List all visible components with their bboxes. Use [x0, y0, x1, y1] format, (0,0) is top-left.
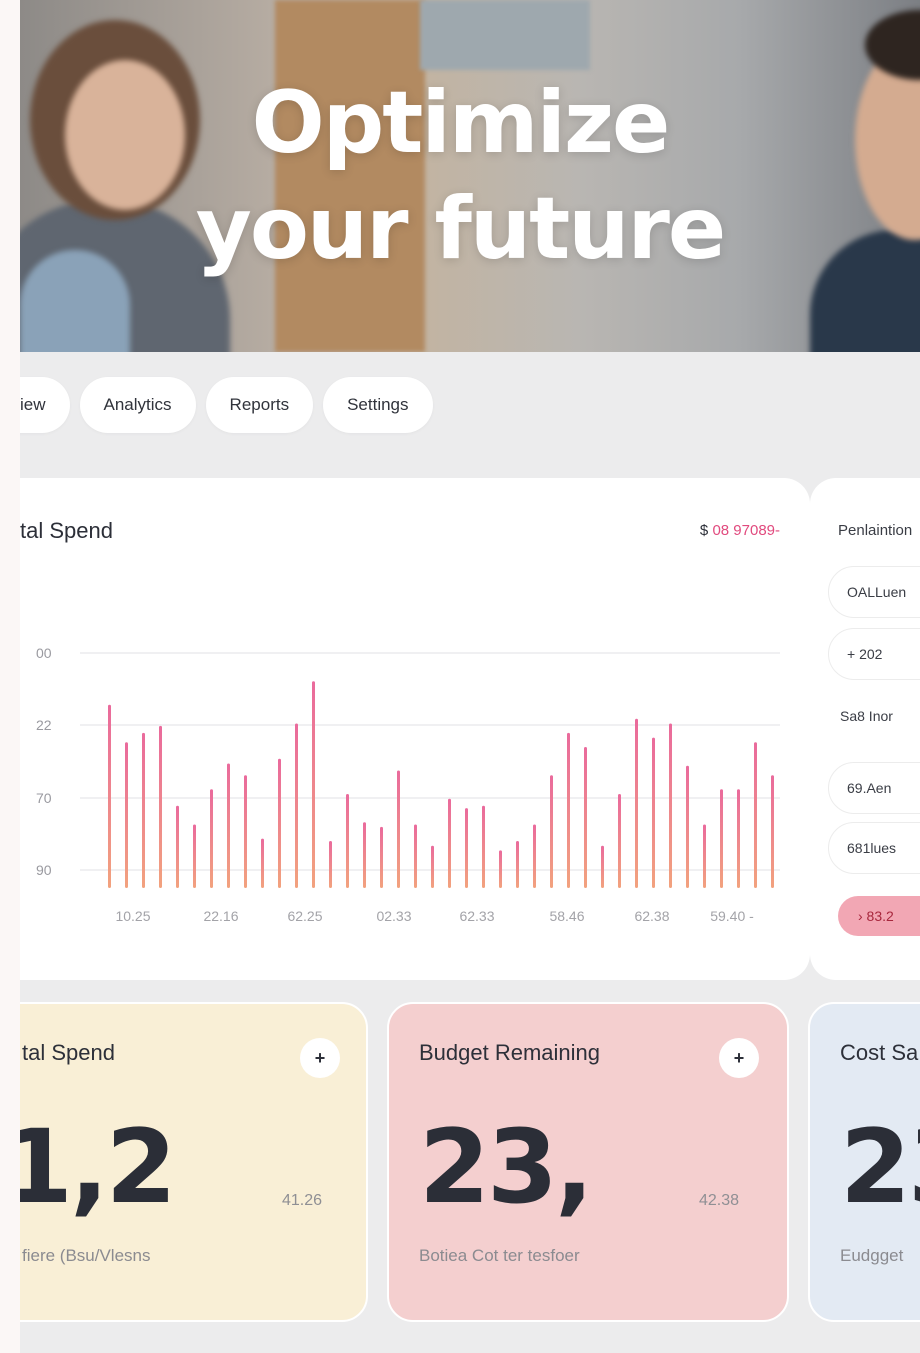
chart-bar	[278, 758, 281, 888]
chart-bar	[635, 718, 638, 888]
side-panel-row[interactable]: 681lues	[828, 822, 920, 874]
app-frame: Optimize your future iew Analytics Repor…	[20, 0, 920, 1353]
side-panel-row[interactable]: + 202	[828, 628, 920, 680]
side-panel-row[interactable]: 69.Aen	[828, 762, 920, 814]
x-tick-label: 02.33	[376, 908, 411, 924]
stat-card-cost-savings: Cost Sa 23 Eudgget	[808, 1002, 920, 1322]
stat-title: tal Spend	[22, 1040, 115, 1065]
chart-bar	[227, 763, 230, 888]
chart-bar	[210, 789, 213, 888]
side-panel-label: Sa8 Inor	[840, 708, 893, 724]
tab-overview[interactable]: iew	[20, 377, 70, 433]
stat-value: 1,2	[20, 1108, 177, 1227]
x-tick-label: 59.40 -	[710, 908, 754, 924]
x-tick-label: 58.46	[549, 908, 584, 924]
chart-bar	[669, 723, 672, 888]
x-tick-label: 22.16	[203, 908, 238, 924]
chart-bar	[584, 747, 587, 888]
chart-bar	[329, 841, 332, 888]
chart-bar	[431, 845, 434, 888]
chart-title: tal Spend	[20, 518, 113, 543]
stat-value: 23	[840, 1108, 920, 1227]
chart-bar	[414, 824, 417, 888]
chart-bar	[244, 775, 247, 888]
plus-icon[interactable]: +	[300, 1038, 340, 1078]
chart-value-amount: 08 97089-	[712, 522, 780, 539]
chart-bar	[771, 775, 774, 888]
plus-icon[interactable]: +	[719, 1038, 759, 1078]
chart-bar	[601, 845, 604, 888]
chart-bar	[193, 824, 196, 888]
chart-bar	[686, 765, 689, 888]
stat-secondary-value: 42.38	[699, 1192, 740, 1209]
chart-bar	[720, 789, 723, 888]
stat-secondary-value: 41.26	[282, 1192, 323, 1209]
y-tick-label: 90	[36, 862, 52, 878]
spend-chart-card: 00 22 70 90 10.25 22.16 62.25 02.33 62.33 58.46 62…	[20, 478, 810, 980]
chart-bar	[703, 824, 706, 888]
x-tick-label: 62.25	[287, 908, 322, 924]
chart-bar	[482, 805, 485, 888]
stat-caption: fiere (Bsu/Vlesns	[22, 1246, 151, 1265]
chart-bar	[516, 841, 519, 888]
stat-caption: Eudgget	[840, 1246, 904, 1265]
chart-bar	[397, 770, 400, 888]
chart-bar	[533, 824, 536, 888]
stat-card-budget-remaining: Budget Remaining + 23, 42.38 Botiea Cot …	[387, 1002, 789, 1322]
chart-value-currency: $	[699, 522, 709, 539]
chart-bar	[295, 723, 298, 888]
hero-banner: Optimize your future	[20, 0, 920, 352]
stat-value: 23,	[419, 1108, 594, 1227]
x-tick-label: 10.25	[115, 908, 150, 924]
hero-photo-window	[420, 0, 590, 70]
hero-title-line-1: Optimize	[251, 73, 671, 173]
stat-title: Budget Remaining	[419, 1040, 601, 1065]
chart-bar	[652, 737, 655, 888]
x-tick-label: 62.33	[459, 908, 494, 924]
chart-bar	[261, 838, 264, 888]
chart-bar	[108, 704, 111, 888]
chart-bar	[176, 805, 179, 888]
chart-bar	[125, 742, 128, 888]
chart-bar	[550, 775, 553, 888]
chart-bar	[448, 798, 451, 888]
chart-bar	[363, 822, 366, 888]
hero-title: Optimize your future	[20, 70, 920, 282]
chart-bar	[567, 732, 570, 888]
chart-bar	[754, 742, 757, 888]
spend-bar-chart: 00 22 70 90 10.25 22.16 62.25 02.33 62.33 58.46 62…	[36, 645, 780, 924]
tab-bar: iew Analytics Reports Settings	[20, 377, 433, 433]
stat-card-total-spend: tal Spend + 1,2 41.26 fiere (Bsu/Vlesns	[20, 1002, 368, 1322]
x-tick-label: 62.38	[634, 908, 669, 924]
tab-analytics[interactable]: Analytics	[79, 377, 196, 433]
hero-title-line-2: your future	[195, 179, 726, 279]
stat-title: Cost Sa	[840, 1040, 919, 1065]
chart-bar	[465, 808, 468, 888]
tab-reports[interactable]: Reports	[205, 377, 314, 433]
chart-bar	[312, 681, 315, 888]
chart-bar	[142, 732, 145, 888]
chart-bar	[346, 794, 349, 888]
y-tick-label: 00	[36, 645, 52, 661]
chart-total-value: $ 08 97089-	[700, 522, 780, 539]
side-panel-row[interactable]: OALLuen	[828, 566, 920, 618]
tab-settings[interactable]: Settings	[323, 377, 433, 433]
y-tick-label: 22	[36, 717, 52, 733]
chart-bar	[499, 850, 502, 888]
stat-caption: Botiea Cot ter tesfoer	[419, 1246, 580, 1265]
side-panel-card: Penlaintion OALLuen + 202 Sa8 Inor 69.Ae…	[810, 478, 920, 980]
side-panel-pill-button[interactable]: › 83.2	[838, 896, 920, 936]
chart-bar	[618, 794, 621, 888]
chart-bar	[380, 826, 383, 888]
y-tick-label: 70	[36, 790, 52, 806]
chart-bar	[159, 725, 162, 888]
chart-bar	[737, 789, 740, 888]
side-panel-title: Penlaintion	[838, 522, 913, 539]
